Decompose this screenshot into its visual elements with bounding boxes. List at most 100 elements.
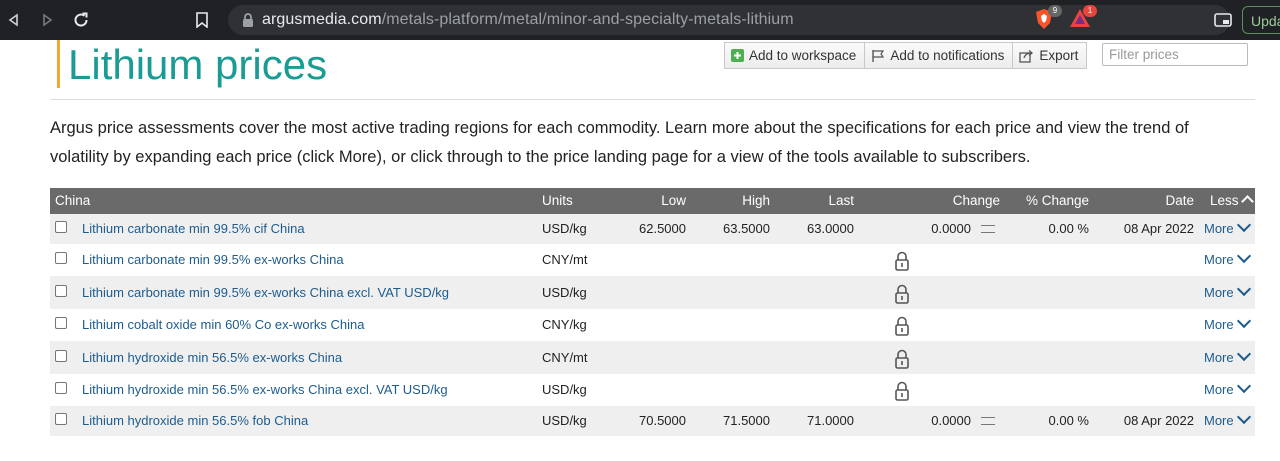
more-toggle[interactable]: More [1204,281,1251,300]
header-low: Low [661,193,686,208]
table-row: Lithium carbonate min 99.5% ex-works Chi… [50,244,1255,276]
plus-icon [731,49,744,62]
price-table: China Units Low High Last Change % Chang… [50,188,1255,436]
more-toggle[interactable]: More [1204,409,1251,428]
price-link[interactable]: Lithium carbonate min 99.5% cif China [82,221,305,236]
table-header: China Units Low High Last Change % Chang… [50,188,1255,214]
header-pct-change: % Change [1025,193,1089,208]
lock-icon [895,316,909,336]
add-to-workspace-label: Add to workspace [749,48,857,63]
brave-rewards-icon[interactable]: 1 [1069,5,1097,30]
row-checkbox[interactable] [55,252,67,264]
header-date: Date [1165,193,1194,208]
no-change-icon [981,417,995,425]
browser-toolbar: argusmedia.com/metals-platform/metal/min… [0,0,1280,40]
back-icon[interactable] [2,8,26,32]
row-checkbox[interactable] [55,413,67,425]
add-to-workspace-button[interactable]: Add to workspace [724,42,866,69]
export-button[interactable]: Export [1012,42,1088,69]
units-cell: USD/kg [542,285,587,300]
table-row: Lithium carbonate min 99.5% cif China USD… [50,214,1255,244]
more-toggle[interactable]: More [1204,217,1251,236]
lock-icon [895,349,909,369]
less-toggle[interactable]: Less [1210,193,1254,208]
add-to-notifications-label: Add to notifications [890,48,1005,63]
title-accent-bar [57,40,60,88]
price-link[interactable]: Lithium carbonate min 99.5% ex-works Chi… [82,285,449,300]
chevron-down-icon [1236,248,1251,264]
brave-shields-icon[interactable]: 9 [1034,5,1062,30]
high-cell: 63.5000 [723,221,770,236]
row-checkbox[interactable] [55,317,67,329]
brave-badge: 9 [1048,5,1062,17]
header-units: Units [542,193,573,208]
intro-text: Argus price assessments cover the most a… [50,119,1189,166]
chevron-down-icon [1236,313,1251,329]
change-cell: 0.0000 [931,221,971,236]
low-cell: 70.5000 [639,413,686,428]
chevron-down-icon [1236,217,1251,233]
chevron-down-icon [1236,409,1251,425]
units-cell: USD/kg [542,382,587,397]
header-change: Change [952,193,1000,208]
row-checkbox[interactable] [55,382,67,394]
export-icon [1019,49,1034,63]
low-cell: 62.5000 [639,221,686,236]
chevron-down-icon [1236,378,1251,394]
date-cell: 08 Apr 2022 [1123,413,1194,428]
add-to-notifications-button[interactable]: Add to notifications [864,42,1014,69]
header-high: High [742,193,770,208]
price-link[interactable]: Lithium hydroxide min 56.5% fob China [82,413,308,428]
price-toolbar: Add to workspace Add to notifications Ex… [724,42,1088,69]
price-link[interactable]: Lithium hydroxide min 56.5% ex-works Chi… [82,382,448,397]
price-link[interactable]: Lithium carbonate min 99.5% ex-works Chi… [82,252,344,267]
pct-change-cell: 0.00 % [1048,413,1089,428]
last-cell: 63.0000 [807,221,854,236]
table-row: Lithium carbonate min 99.5% ex-works Chi… [50,276,1255,309]
url-text: argusmedia.com/metals-platform/metal/min… [262,11,794,28]
pct-change-cell: 0.00 % [1048,221,1089,236]
row-checkbox[interactable] [55,285,67,297]
no-change-icon [981,225,995,233]
bookmark-icon[interactable] [190,8,214,32]
more-toggle[interactable]: More [1204,346,1251,365]
last-cell: 71.0000 [807,413,854,428]
divider [50,99,1255,100]
chevron-down-icon [1236,346,1251,362]
flag-icon [871,49,885,63]
change-cell: 0.0000 [931,413,971,428]
units-cell: CNY/mt [542,252,588,267]
update-button[interactable]: Upda [1242,6,1280,34]
table-row: Lithium hydroxide min 56.5% ex-works Chi… [50,341,1255,374]
lock-icon [895,251,909,271]
reload-icon[interactable] [69,8,93,32]
forward-icon[interactable] [35,8,59,32]
price-link[interactable]: Lithium hydroxide min 56.5% ex-works Chi… [82,350,342,365]
lock-icon [243,13,253,27]
filter-prices-input[interactable] [1102,43,1248,66]
high-cell: 71.5000 [723,413,770,428]
more-toggle[interactable]: More [1204,378,1251,397]
price-link[interactable]: Lithium cobalt oxide min 60% Co ex-works… [82,317,365,332]
table-row: Lithium hydroxide min 56.5% fob China USD… [50,406,1255,436]
lock-icon [895,284,909,304]
units-cell: CNY/mt [542,350,588,365]
table-row: Lithium cobalt oxide min 60% Co ex-works… [50,309,1255,341]
header-last: Last [828,193,854,208]
export-label: Export [1039,48,1079,63]
header-region: China [55,193,91,208]
row-checkbox[interactable] [55,350,67,362]
chevron-down-icon [1236,281,1251,297]
units-cell: USD/kg [542,413,587,428]
row-checkbox[interactable] [55,221,67,233]
units-cell: CNY/kg [542,317,587,332]
date-cell: 08 Apr 2022 [1123,221,1194,236]
more-toggle[interactable]: More [1204,248,1251,267]
lock-icon [895,381,909,401]
chevron-up-icon [1240,195,1254,208]
more-toggle[interactable]: More [1204,313,1251,332]
page-title: Lithium prices [68,41,328,88]
units-cell: USD/kg [542,221,587,236]
table-row: Lithium hydroxide min 56.5% ex-works Chi… [50,374,1255,406]
window-icon[interactable] [1211,8,1235,32]
